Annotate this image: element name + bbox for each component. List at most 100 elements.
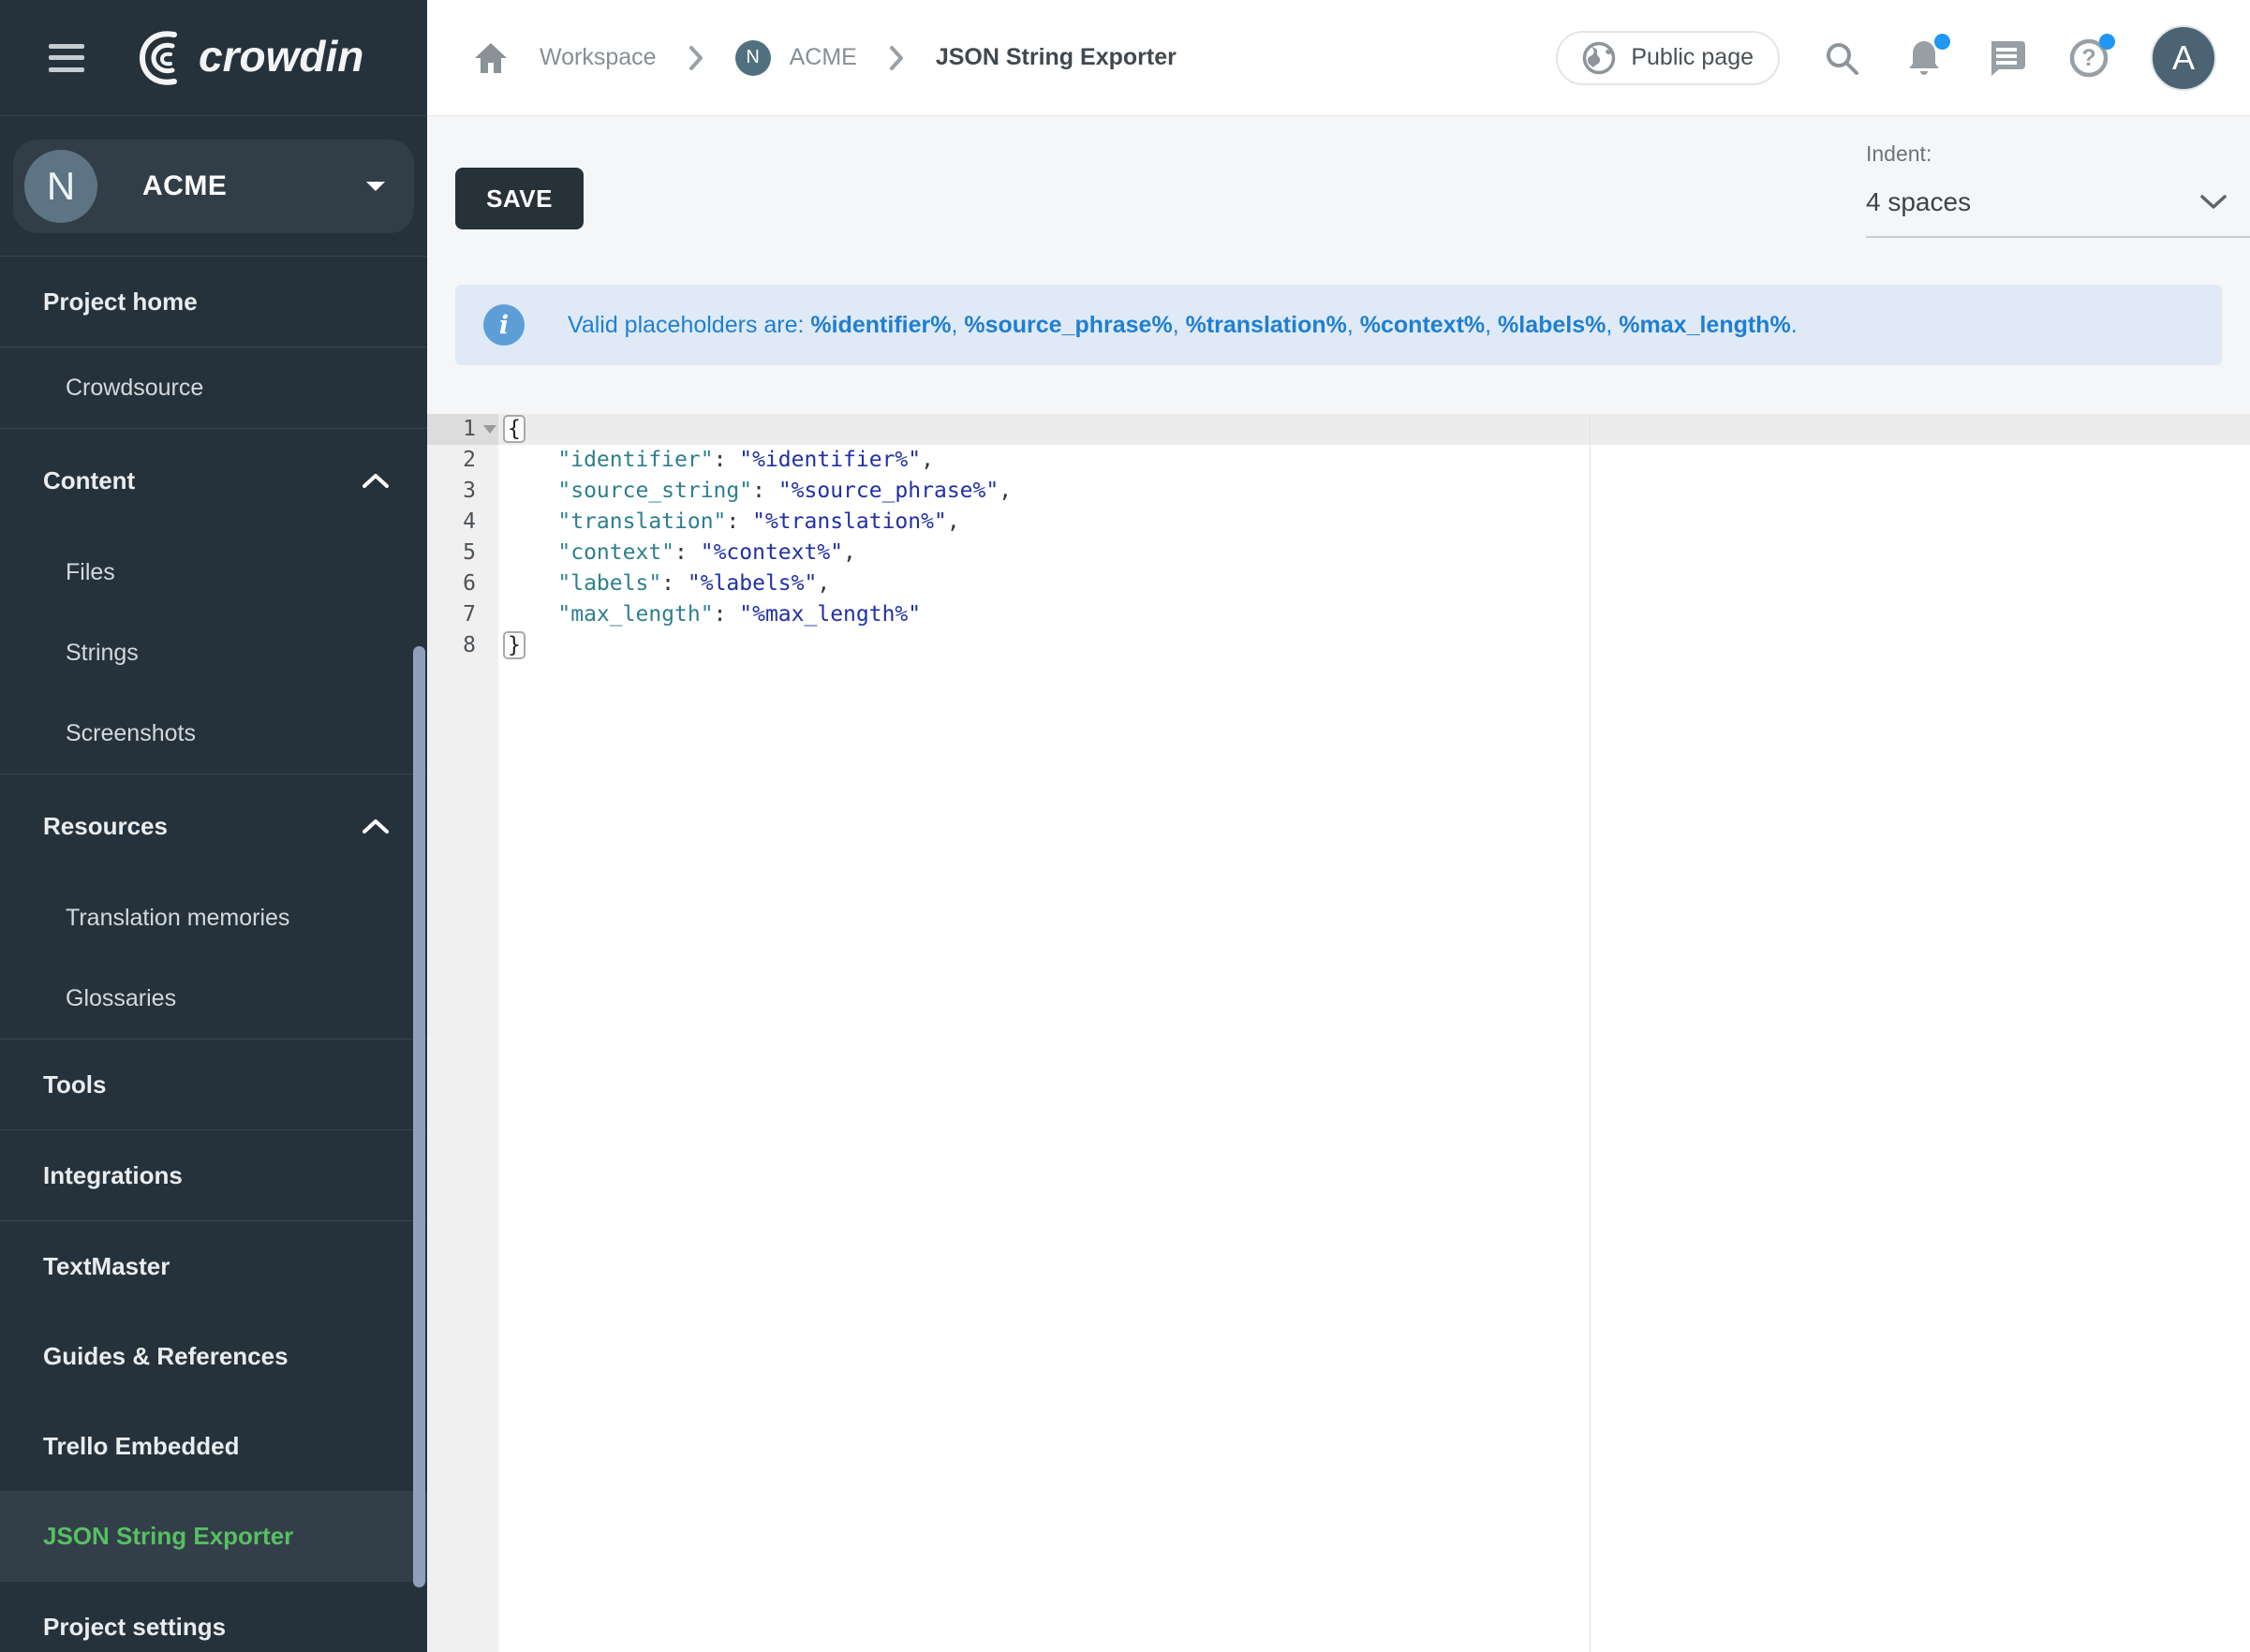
code-token-key: "context" (557, 540, 674, 565)
sidebar-item-label: Strings (66, 640, 139, 667)
code-token-punct: : (752, 479, 778, 503)
code-token-punct: , (947, 509, 960, 534)
sidebar-item-label: Resources (43, 812, 168, 841)
org-name: ACME (142, 170, 227, 202)
indent-select[interactable]: 4 spaces (1866, 187, 2250, 238)
sidebar-item-textmaster[interactable]: TextMaster (0, 1221, 427, 1311)
notifications-button[interactable] (1903, 37, 1945, 79)
code-token-key: "labels" (557, 571, 661, 596)
breadcrumb-current: JSON String Exporter (936, 44, 1177, 71)
line-number[interactable]: 7 (427, 599, 498, 630)
sidebar-item-crowdsource[interactable]: Crowdsource (0, 347, 427, 428)
line-number[interactable]: 5 (427, 538, 498, 568)
placeholder-token: %context% (1360, 312, 1485, 338)
banner-text-segment: , (1347, 312, 1360, 338)
breadcrumb-workspace[interactable]: Workspace (540, 44, 657, 71)
code-line[interactable]: "translation": "%translation%", (498, 507, 2250, 538)
code-token-punct (506, 509, 557, 534)
search-icon (1823, 39, 1860, 77)
sidebar-item-translation-memories[interactable]: Translation memories (0, 878, 427, 958)
sidebar-item-tools[interactable]: Tools (0, 1040, 427, 1129)
sidebar-item-label: Integrations (43, 1161, 183, 1190)
line-number[interactable]: 3 (427, 476, 498, 507)
menu-icon[interactable] (49, 44, 84, 72)
sidebar-item-label: Guides & References (43, 1342, 289, 1371)
sidebar-item-trello-embedded[interactable]: Trello Embedded (0, 1401, 427, 1491)
breadcrumb-project[interactable]: N ACME (735, 40, 857, 76)
code-token-brace: { (503, 415, 525, 443)
user-avatar[interactable]: A (2151, 25, 2216, 91)
code-line[interactable]: { (498, 414, 2250, 445)
code-line[interactable]: "max_length": "%max_length%" (498, 599, 2250, 630)
code-line[interactable]: "source_string": "%source_phrase%", (498, 476, 2250, 507)
sidebar-item-label: Trello Embedded (43, 1432, 240, 1461)
sidebar-item-project-home[interactable]: Project home (0, 257, 427, 347)
code-token-punct (506, 540, 557, 565)
help-button[interactable]: ? (2068, 37, 2109, 79)
home-icon[interactable] (474, 42, 508, 74)
save-button[interactable]: SAVE (455, 168, 584, 229)
code-token-val: "%max_length%" (739, 602, 921, 627)
json-template-editor[interactable]: 12345678 { "identifier": "%identifier%",… (427, 414, 2250, 1652)
crowdin-logo[interactable]: crowdin (126, 23, 391, 93)
code-token-val: "%labels%" (688, 571, 817, 596)
sidebar-item-json-string-exporter[interactable]: JSON String Exporter (0, 1491, 427, 1581)
sidebar-item-strings[interactable]: Strings (0, 612, 427, 693)
placeholders-banner: i Valid placeholders are: %identifier%, … (455, 285, 2222, 365)
code-token-punct (506, 571, 557, 596)
code-token-punct (506, 479, 557, 503)
line-number[interactable]: 1 (427, 414, 498, 445)
globe-icon (1582, 41, 1616, 75)
sidebar-item-label: JSON String Exporter (43, 1522, 293, 1551)
indent-value: 4 spaces (1866, 187, 1971, 217)
chevron-up-icon (362, 818, 390, 834)
public-page-button[interactable]: Public page (1556, 31, 1780, 85)
code-token-key: "source_string" (557, 479, 752, 503)
code-token-punct: : (674, 540, 701, 565)
line-number[interactable]: 6 (427, 568, 498, 599)
sidebar-item-label: Glossaries (66, 985, 176, 1012)
breadcrumb-project-label: ACME (790, 44, 857, 71)
code-token-key: "identifier" (557, 448, 713, 472)
chevron-right-icon (688, 46, 703, 70)
chat-icon (1987, 38, 2026, 78)
sidebar-item-content[interactable]: Content (0, 429, 427, 532)
code-line[interactable]: "context": "%context%", (498, 538, 2250, 568)
banner-text-segment: , (1485, 312, 1498, 338)
org-switcher[interactable]: N ACME (13, 140, 414, 233)
sidebar-scrollbar[interactable] (413, 646, 425, 1587)
sidebar-item-label: Screenshots (66, 720, 196, 747)
sidebar-item-project-settings[interactable]: Project settings (0, 1582, 427, 1652)
sidebar-item-screenshots[interactable]: Screenshots (0, 693, 427, 774)
code-token-punct (506, 448, 557, 472)
breadcrumb: Workspace N ACME JSON String Exporter (474, 40, 1177, 76)
code-token-punct: : (726, 509, 752, 534)
line-number[interactable]: 4 (427, 507, 498, 538)
sidebar-item-files[interactable]: Files (0, 532, 427, 612)
sidebar-item-glossaries[interactable]: Glossaries (0, 958, 427, 1039)
code-token-punct: , (921, 448, 934, 472)
code-token-val: "%identifier%" (739, 448, 921, 472)
svg-text:crowdin: crowdin (199, 32, 363, 81)
placeholder-token: %source_phrase% (964, 312, 1172, 338)
search-button[interactable] (1821, 37, 1862, 79)
sidebar-item-guides-references[interactable]: Guides & References (0, 1311, 427, 1401)
crowdin-logo-mark (126, 23, 199, 93)
placeholder-token: %translation% (1186, 312, 1347, 338)
banner-text-segment: , (951, 312, 964, 338)
fold-toggle-icon[interactable] (483, 425, 496, 434)
code-line[interactable]: "identifier": "%identifier%", (498, 445, 2250, 476)
line-number[interactable]: 8 (427, 630, 498, 661)
messages-button[interactable] (1986, 37, 2027, 79)
sidebar: crowdin N ACME Project home CrowdsourceCo… (0, 0, 427, 1652)
sidebar-item-integrations[interactable]: Integrations (0, 1130, 427, 1220)
code-line[interactable]: } (498, 630, 2250, 661)
sidebar-item-resources[interactable]: Resources (0, 774, 427, 878)
line-number[interactable]: 2 (427, 445, 498, 476)
code-token-val: "%context%" (701, 540, 843, 565)
code-line[interactable]: "labels": "%labels%", (498, 568, 2250, 599)
sidebar-item-label: Project home (43, 288, 198, 317)
editor-code-area[interactable]: { "identifier": "%identifier%", "source_… (498, 414, 2250, 1652)
banner-text-segment: , (1606, 312, 1619, 338)
code-token-punct: , (817, 571, 830, 596)
